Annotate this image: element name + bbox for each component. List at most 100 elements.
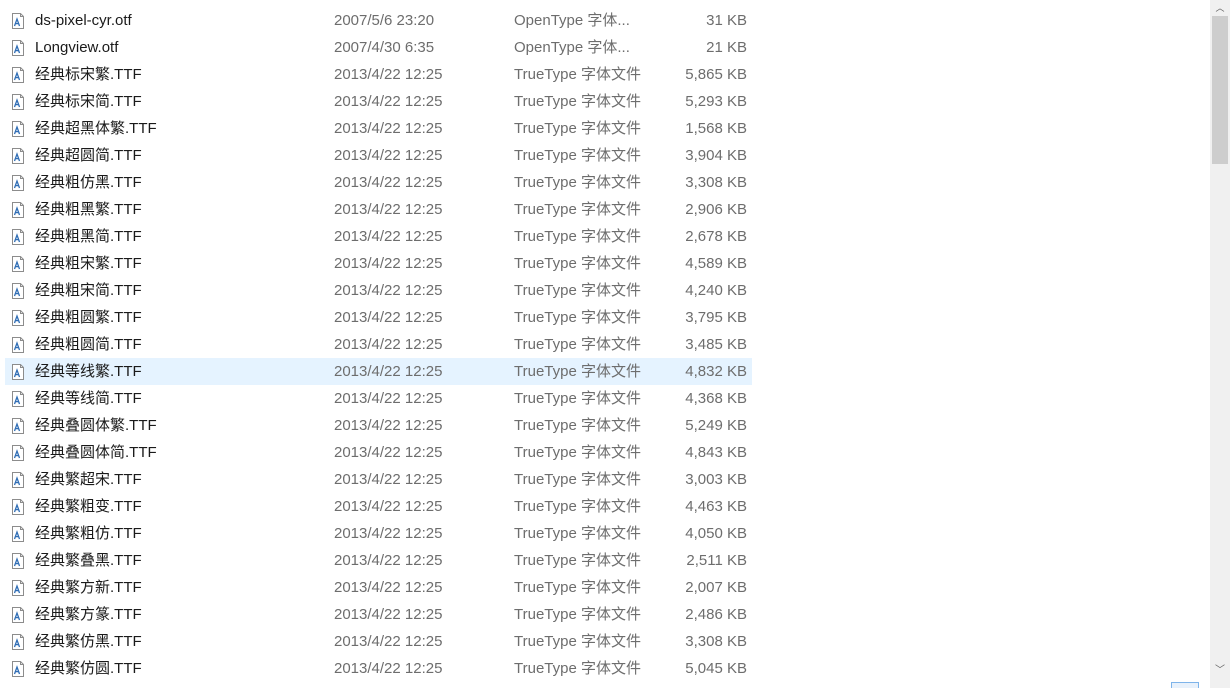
file-size: 2,486 KB bbox=[685, 606, 747, 623]
file-type: TrueType 字体文件 bbox=[514, 93, 641, 110]
file-size: 5,249 KB bbox=[685, 417, 747, 434]
file-size: 2,511 KB bbox=[686, 552, 747, 569]
file-name: 经典繁仿圆.TTF bbox=[35, 660, 142, 677]
chevron-up-icon[interactable]: ︿ bbox=[1210, 0, 1230, 16]
file-row[interactable]: 经典超圆简.TTF 2013/4/22 12:25 TrueType 字体文件 3,9… bbox=[5, 142, 752, 169]
file-date: 2013/4/22 12:25 bbox=[334, 390, 443, 407]
file-date: 2013/4/22 12:25 bbox=[334, 552, 443, 569]
file-name: 经典繁方篆.TTF bbox=[35, 606, 142, 623]
file-name: ds-pixel-cyr.otf bbox=[35, 12, 132, 29]
file-row[interactable]: 经典繁仿黑.TTF 2013/4/22 12:25 TrueType 字体文件 3,3… bbox=[5, 628, 752, 655]
file-name: 经典繁粗仿.TTF bbox=[35, 525, 142, 542]
resize-grip[interactable] bbox=[1171, 682, 1199, 688]
file-row[interactable]: ds-pixel-cyr.otf 2007/5/6 23:20 OpenType 字… bbox=[5, 7, 752, 34]
font-file-icon bbox=[12, 364, 24, 380]
file-size: 4,463 KB bbox=[685, 498, 747, 515]
file-name: 经典粗宋繁.TTF bbox=[35, 255, 142, 272]
file-size: 4,589 KB bbox=[685, 255, 747, 272]
file-row[interactable]: 经典粗黑简.TTF 2013/4/22 12:25 TrueType 字体文件 2,6… bbox=[5, 223, 752, 250]
font-file-icon bbox=[12, 229, 24, 245]
file-name: 经典粗黑简.TTF bbox=[35, 228, 142, 245]
file-type: TrueType 字体文件 bbox=[514, 498, 641, 515]
file-date: 2013/4/22 12:25 bbox=[334, 336, 443, 353]
file-name: 经典超黑体繁.TTF bbox=[35, 120, 157, 137]
file-row[interactable]: Longview.otf 2007/4/30 6:35 OpenType 字体...… bbox=[5, 34, 752, 61]
file-row[interactable]: 经典繁方新.TTF 2013/4/22 12:25 TrueType 字体文件 2,0… bbox=[5, 574, 752, 601]
file-row[interactable]: 经典繁粗变.TTF 2013/4/22 12:25 TrueType 字体文件 4,4… bbox=[5, 493, 752, 520]
file-row[interactable]: 经典粗圆简.TTF 2013/4/22 12:25 TrueType 字体文件 3,4… bbox=[5, 331, 752, 358]
file-name: 经典繁仿黑.TTF bbox=[35, 633, 142, 650]
file-size: 1,568 KB bbox=[685, 120, 747, 137]
chevron-down-icon[interactable]: ﹀ bbox=[1210, 662, 1230, 680]
file-row[interactable]: 经典粗仿黑.TTF 2013/4/22 12:25 TrueType 字体文件 3,3… bbox=[5, 169, 752, 196]
file-row[interactable]: 经典繁方篆.TTF 2013/4/22 12:25 TrueType 字体文件 2,4… bbox=[5, 601, 752, 628]
file-name: 经典标宋简.TTF bbox=[35, 93, 142, 110]
file-size: 3,795 KB bbox=[685, 309, 747, 326]
scrollbar-thumb[interactable] bbox=[1212, 16, 1228, 164]
file-row[interactable]: 经典繁粗仿.TTF 2013/4/22 12:25 TrueType 字体文件 4,0… bbox=[5, 520, 752, 547]
font-file-icon bbox=[12, 418, 24, 434]
file-name: 经典粗仿黑.TTF bbox=[35, 174, 142, 191]
font-file-icon bbox=[12, 391, 24, 407]
file-type: TrueType 字体文件 bbox=[514, 444, 641, 461]
file-row[interactable]: 经典叠圆体繁.TTF 2013/4/22 12:25 TrueType 字体文件 5,… bbox=[5, 412, 752, 439]
file-date: 2013/4/22 12:25 bbox=[334, 525, 443, 542]
file-date: 2013/4/22 12:25 bbox=[334, 174, 443, 191]
file-row[interactable]: 经典粗圆繁.TTF 2013/4/22 12:25 TrueType 字体文件 3,7… bbox=[5, 304, 752, 331]
file-name: 经典等线繁.TTF bbox=[35, 363, 142, 380]
font-file-icon bbox=[12, 607, 24, 623]
file-row[interactable]: 经典繁叠黑.TTF 2013/4/22 12:25 TrueType 字体文件 2,5… bbox=[5, 547, 752, 574]
file-date: 2013/4/22 12:25 bbox=[334, 633, 443, 650]
font-file-icon bbox=[12, 256, 24, 272]
file-date: 2007/4/30 6:35 bbox=[334, 39, 435, 56]
file-date: 2013/4/22 12:25 bbox=[334, 93, 443, 110]
file-row[interactable]: 经典繁超宋.TTF 2013/4/22 12:25 TrueType 字体文件 3,0… bbox=[5, 466, 752, 493]
file-size: 4,843 KB bbox=[685, 444, 747, 461]
file-date: 2013/4/22 12:25 bbox=[334, 228, 443, 245]
font-file-icon bbox=[12, 175, 24, 191]
file-list: ds-pixel-cyr.otf 2007/5/6 23:20 OpenType 字… bbox=[5, 7, 752, 682]
file-type: TrueType 字体文件 bbox=[514, 309, 641, 326]
file-size: 4,368 KB bbox=[685, 390, 747, 407]
font-file-icon bbox=[12, 121, 24, 137]
file-type: TrueType 字体文件 bbox=[514, 471, 641, 488]
file-row[interactable]: 经典叠圆体简.TTF 2013/4/22 12:25 TrueType 字体文件 4,… bbox=[5, 439, 752, 466]
file-name: 经典粗圆简.TTF bbox=[35, 336, 142, 353]
file-type: TrueType 字体文件 bbox=[514, 633, 641, 650]
file-size: 5,045 KB bbox=[685, 660, 747, 677]
file-size: 21 KB bbox=[706, 39, 747, 56]
file-row[interactable]: 经典等线简.TTF 2013/4/22 12:25 TrueType 字体文件 4,3… bbox=[5, 385, 752, 412]
file-date: 2013/4/22 12:25 bbox=[334, 282, 443, 299]
font-file-icon bbox=[12, 634, 24, 650]
file-type: TrueType 字体文件 bbox=[514, 120, 641, 137]
file-date: 2013/4/22 12:25 bbox=[334, 417, 443, 434]
file-name: 经典粗宋简.TTF bbox=[35, 282, 142, 299]
file-size: 5,293 KB bbox=[685, 93, 747, 110]
file-type: TrueType 字体文件 bbox=[514, 255, 641, 272]
file-row[interactable]: 经典等线繁.TTF 2013/4/22 12:25 TrueType 字体文件 4,8… bbox=[5, 358, 752, 385]
file-row[interactable]: 经典标宋繁.TTF 2013/4/22 12:25 TrueType 字体文件 5,8… bbox=[5, 61, 752, 88]
file-date: 2013/4/22 12:25 bbox=[334, 363, 443, 380]
file-name: 经典叠圆体繁.TTF bbox=[35, 417, 157, 434]
file-row[interactable]: 经典粗宋繁.TTF 2013/4/22 12:25 TrueType 字体文件 4,5… bbox=[5, 250, 752, 277]
file-row[interactable]: 经典粗宋简.TTF 2013/4/22 12:25 TrueType 字体文件 4,2… bbox=[5, 277, 752, 304]
file-date: 2013/4/22 12:25 bbox=[334, 660, 443, 677]
file-type: TrueType 字体文件 bbox=[514, 282, 641, 299]
font-file-icon bbox=[12, 13, 24, 29]
font-file-icon bbox=[12, 148, 24, 164]
vertical-scrollbar[interactable]: ︿ ﹀ bbox=[1210, 0, 1230, 688]
file-size: 4,832 KB bbox=[685, 363, 747, 380]
font-file-icon bbox=[12, 472, 24, 488]
file-row[interactable]: 经典粗黑繁.TTF 2013/4/22 12:25 TrueType 字体文件 2,9… bbox=[5, 196, 752, 223]
font-file-icon bbox=[12, 67, 24, 83]
file-name: 经典粗圆繁.TTF bbox=[35, 309, 142, 326]
file-row[interactable]: 经典超黑体繁.TTF 2013/4/22 12:25 TrueType 字体文件 1,… bbox=[5, 115, 752, 142]
file-type: TrueType 字体文件 bbox=[514, 228, 641, 245]
file-type: TrueType 字体文件 bbox=[514, 147, 641, 164]
file-type: TrueType 字体文件 bbox=[514, 606, 641, 623]
file-row[interactable]: 经典标宋简.TTF 2013/4/22 12:25 TrueType 字体文件 5,2… bbox=[5, 88, 752, 115]
file-date: 2013/4/22 12:25 bbox=[334, 201, 443, 218]
file-size: 31 KB bbox=[706, 12, 747, 29]
file-row[interactable]: 经典繁仿圆.TTF 2013/4/22 12:25 TrueType 字体文件 5,0… bbox=[5, 655, 752, 682]
font-file-icon bbox=[12, 445, 24, 461]
